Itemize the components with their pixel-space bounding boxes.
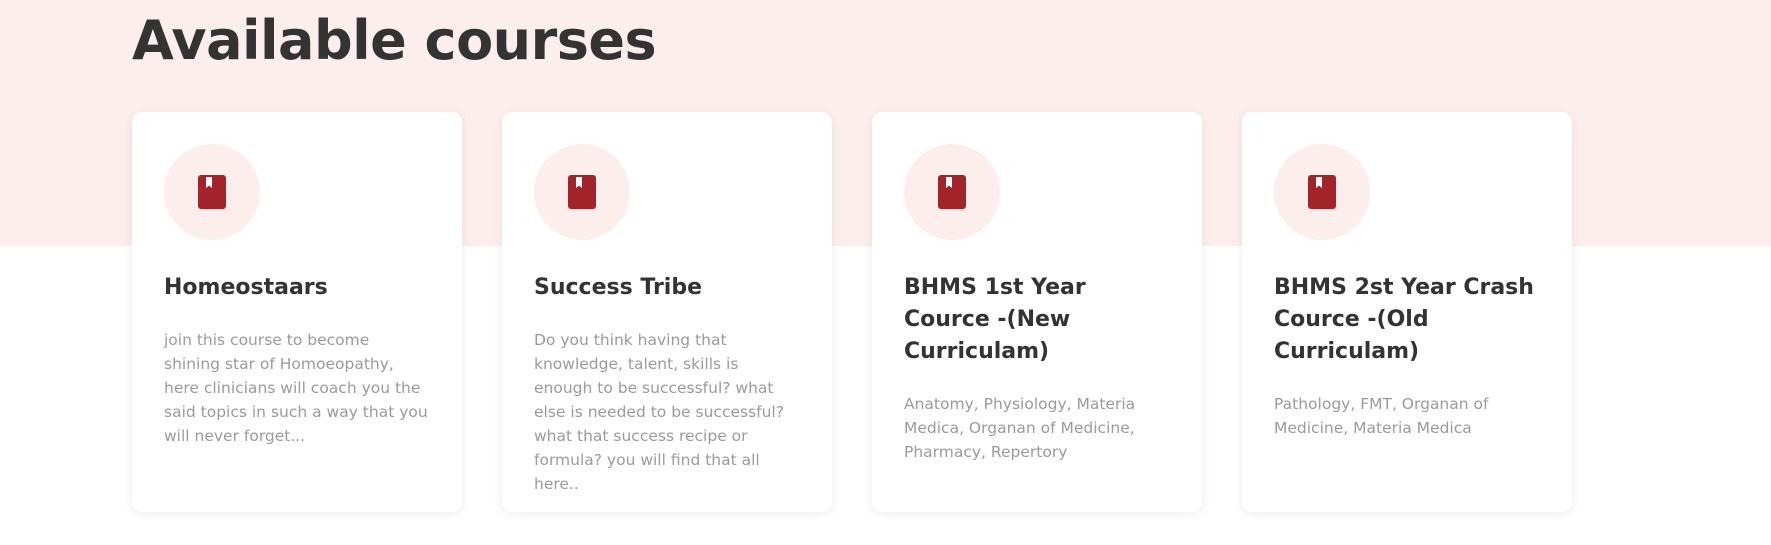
course-description: Pathology, FMT, Organan of Medicine, Mat… (1274, 395, 1489, 437)
course-icon-circle (1274, 144, 1370, 240)
book-icon (568, 175, 596, 209)
book-icon (1308, 175, 1336, 209)
course-icon-circle (904, 144, 1000, 240)
course-title[interactable]: BHMS 2st Year Crash Cource -(Old Curricu… (1274, 272, 1540, 368)
page-title: Available courses (132, 9, 657, 72)
book-icon (198, 175, 226, 209)
course-card-list: Homeostaars join this course to become s… (132, 112, 1572, 512)
course-title[interactable]: BHMS 1st Year Cource -(New Curriculam) (904, 272, 1170, 368)
course-description: Do you think having that knowledge, tale… (534, 331, 784, 493)
course-card[interactable]: Success Tribe Do you think having that k… (502, 112, 832, 512)
course-description: Anatomy, Physiology, Materia Medica, Org… (904, 395, 1136, 461)
course-title[interactable]: Homeostaars (164, 272, 430, 304)
course-icon-circle (164, 144, 260, 240)
course-card[interactable]: Homeostaars join this course to become s… (132, 112, 462, 512)
course-card[interactable]: BHMS 2st Year Crash Cource -(Old Curricu… (1242, 112, 1572, 512)
course-card[interactable]: BHMS 1st Year Cource -(New Curriculam) A… (872, 112, 1202, 512)
course-description: join this course to become shining star … (164, 331, 428, 445)
book-icon (938, 175, 966, 209)
course-icon-circle (534, 144, 630, 240)
course-title[interactable]: Success Tribe (534, 272, 800, 304)
